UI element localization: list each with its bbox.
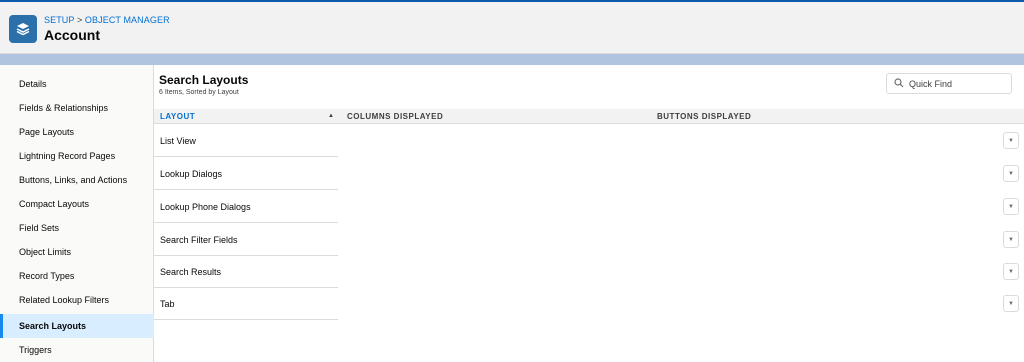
sidebar-item-related-lookup-filters[interactable]: Related Lookup Filters	[0, 288, 154, 312]
sidebar-item-field-sets[interactable]: Field Sets	[0, 216, 154, 240]
column-header-columns-displayed: COLUMNS DISPLAYED	[347, 112, 444, 121]
table-row-layout[interactable]: Search Filter Fields	[154, 224, 338, 256]
search-icon	[894, 75, 904, 93]
section-title: Search Layouts	[159, 73, 249, 87]
column-header-layout[interactable]: LAYOUT ▲	[160, 109, 340, 124]
sidebar-item-record-types[interactable]: Record Types	[0, 264, 154, 288]
breadcrumb-object-manager-link[interactable]: OBJECT MANAGER	[85, 15, 170, 25]
quick-find-box	[886, 73, 1012, 94]
caret-down-icon: ▼	[1008, 137, 1014, 144]
table-row-layout[interactable]: Tab	[154, 288, 338, 320]
layers-icon	[9, 15, 37, 43]
sidebar-item-triggers[interactable]: Triggers	[0, 338, 154, 362]
caret-down-icon: ▼	[1008, 170, 1014, 177]
row-actions-button[interactable]: ▼	[1003, 231, 1019, 248]
sort-ascending-icon: ▲	[328, 113, 335, 119]
row-actions-button[interactable]: ▼	[1003, 132, 1019, 149]
column-header-buttons-displayed: BUTTONS DISPLAYED	[657, 112, 752, 121]
sidebar-item-compact-layouts[interactable]: Compact Layouts	[0, 192, 154, 216]
row-actions-button[interactable]: ▼	[1003, 165, 1019, 182]
sidebar-item-search-layouts[interactable]: Search Layouts	[0, 314, 154, 338]
caret-down-icon: ▼	[1008, 268, 1014, 275]
sidebar: Details Fields & Relationships Page Layo…	[0, 65, 154, 362]
caret-down-icon: ▼	[1008, 236, 1014, 243]
caret-down-icon: ▼	[1008, 300, 1014, 307]
breadcrumb-setup-link[interactable]: SETUP	[44, 15, 74, 25]
table-row-layout[interactable]: Search Results	[154, 256, 338, 288]
table-row-layout[interactable]: Lookup Dialogs	[154, 158, 338, 190]
quick-find-input[interactable]	[909, 78, 1005, 89]
sidebar-item-buttons-links-actions[interactable]: Buttons, Links, and Actions	[0, 168, 154, 192]
background-band	[0, 55, 1024, 65]
sidebar-item-fields-relationships[interactable]: Fields & Relationships	[0, 96, 154, 120]
sidebar-item-object-limits[interactable]: Object Limits	[0, 240, 154, 264]
table-header: LAYOUT ▲ COLUMNS DISPLAYED BUTTONS DISPL…	[154, 109, 1024, 124]
table-row-layout[interactable]: List View	[154, 125, 338, 157]
sidebar-item-details[interactable]: Details	[0, 72, 154, 96]
row-actions-button[interactable]: ▼	[1003, 198, 1019, 215]
page-header: SETUP > OBJECT MANAGER Account	[0, 2, 1024, 54]
row-actions-button[interactable]: ▼	[1003, 295, 1019, 312]
main-content: Search Layouts 6 Items, Sorted by Layout…	[154, 65, 1024, 362]
sidebar-item-lightning-record-pages[interactable]: Lightning Record Pages	[0, 144, 154, 168]
caret-down-icon: ▼	[1008, 203, 1014, 210]
row-actions-button[interactable]: ▼	[1003, 263, 1019, 280]
breadcrumb-separator: >	[76, 15, 83, 25]
breadcrumb: SETUP > OBJECT MANAGER	[44, 15, 170, 25]
page-title: Account	[44, 27, 100, 43]
table-row-layout[interactable]: Lookup Phone Dialogs	[154, 191, 338, 223]
column-header-layout-label: LAYOUT	[160, 112, 196, 121]
section-subtitle: 6 Items, Sorted by Layout	[159, 89, 239, 96]
sidebar-item-page-layouts[interactable]: Page Layouts	[0, 120, 154, 144]
